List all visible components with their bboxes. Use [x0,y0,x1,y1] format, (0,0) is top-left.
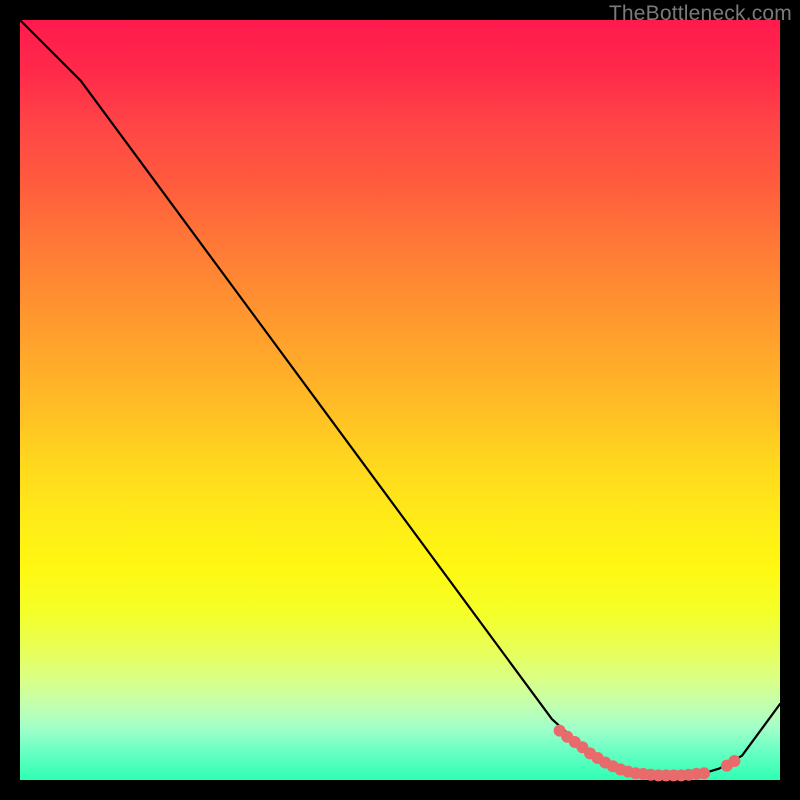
watermark-text: TheBottleneck.com [609,2,792,26]
chart-svg [20,20,780,780]
curve-marker [728,755,740,767]
chart-frame: TheBottleneck.com [0,0,800,800]
bottleneck-curve [20,20,780,775]
curve-marker [698,767,710,779]
curve-markers [554,725,741,782]
chart-plot-area [20,20,780,780]
